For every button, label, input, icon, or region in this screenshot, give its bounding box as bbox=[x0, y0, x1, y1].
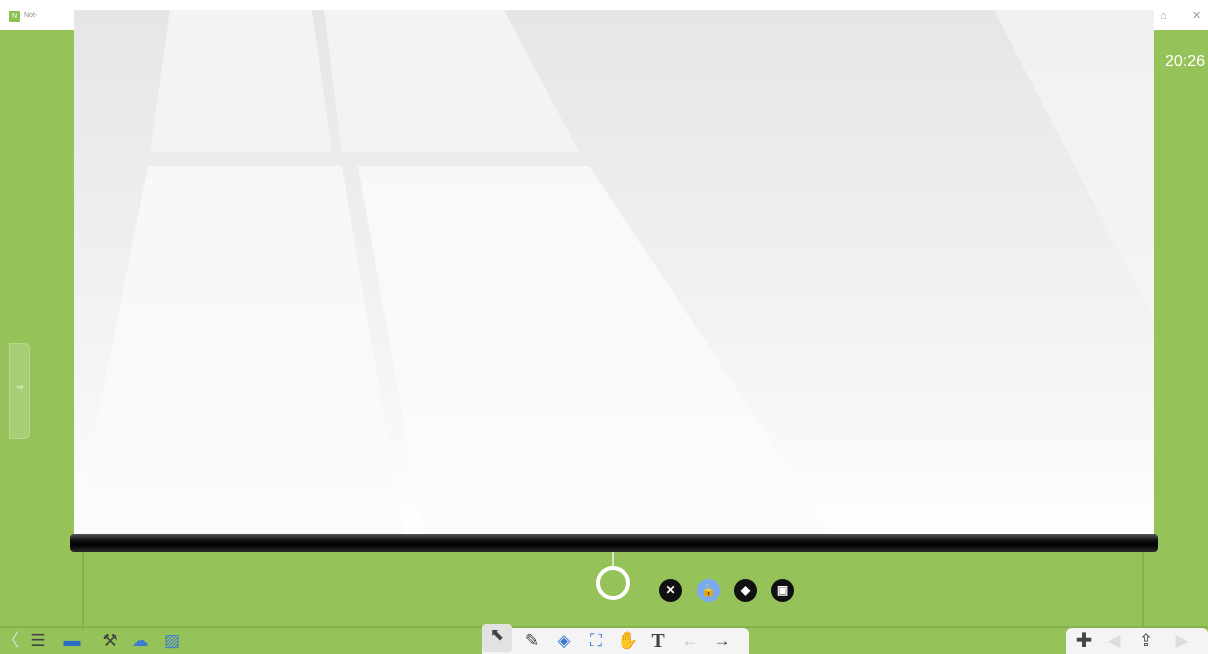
select-icon[interactable]: ⬉ bbox=[482, 624, 512, 652]
page-icon[interactable]: ⇪ bbox=[1134, 630, 1158, 652]
screen-roller bbox=[70, 534, 1158, 552]
undo-icon[interactable]: ← bbox=[678, 630, 702, 652]
window-light-pattern bbox=[74, 10, 1154, 536]
right-toolbar: ✚ ◀ ⇪ ▶ bbox=[1066, 628, 1208, 654]
cloud-icon[interactable]: ☁ bbox=[128, 630, 152, 652]
erase-action-button[interactable]: ◆ bbox=[734, 579, 757, 602]
chevron-right-icon[interactable]: ▶ bbox=[1170, 630, 1194, 652]
side-drawer-handle[interactable]: ⇒ bbox=[9, 343, 30, 439]
eraser-icon[interactable]: ◈ bbox=[552, 630, 576, 652]
board-icon[interactable]: ▬ bbox=[60, 630, 84, 652]
add-page-icon[interactable]: ✚ bbox=[1072, 630, 1096, 652]
fill-icon[interactable]: ⛶ bbox=[584, 630, 608, 652]
chevron-left-icon[interactable]: 〈 bbox=[2, 630, 19, 652]
tools-icon[interactable]: ⚒ bbox=[98, 630, 122, 652]
stage-divider-left bbox=[82, 552, 84, 630]
hand-icon[interactable]: ✋ bbox=[616, 630, 640, 652]
pen-icon[interactable]: ✎ bbox=[520, 630, 544, 652]
expand-arrow-icon: ⇒ bbox=[16, 382, 24, 392]
center-toolbar: ⬉ ✎ ◈ ⛶ ✋ T ← → bbox=[482, 624, 749, 654]
close-window-button[interactable]: ✕ bbox=[1192, 9, 1201, 23]
chevron-left-icon[interactable]: ◀ bbox=[1102, 630, 1126, 652]
left-toolbar: 〈 ☰ ▬ ⚒ ☁ ▨ bbox=[0, 628, 195, 654]
redo-icon[interactable]: → bbox=[710, 630, 734, 652]
app-title: Not- bbox=[24, 12, 38, 19]
image-icon[interactable]: ▨ bbox=[160, 630, 184, 652]
close-action-button[interactable]: ✕ bbox=[659, 579, 682, 602]
restore-window-button[interactable]: ⌂ bbox=[1160, 9, 1167, 23]
screen-pull-ring[interactable] bbox=[596, 566, 630, 600]
stage-divider-right bbox=[1142, 552, 1144, 630]
lock-action-button[interactable]: 🔒 bbox=[697, 579, 720, 602]
app-logo-icon: N bbox=[9, 11, 20, 22]
whiteboard-canvas[interactable] bbox=[74, 10, 1154, 536]
save-action-button[interactable]: ▣ bbox=[771, 579, 794, 602]
clock: 20:26 bbox=[1164, 53, 1205, 70]
text-icon[interactable]: T bbox=[646, 630, 670, 652]
menu-icon[interactable]: ☰ bbox=[26, 630, 50, 652]
